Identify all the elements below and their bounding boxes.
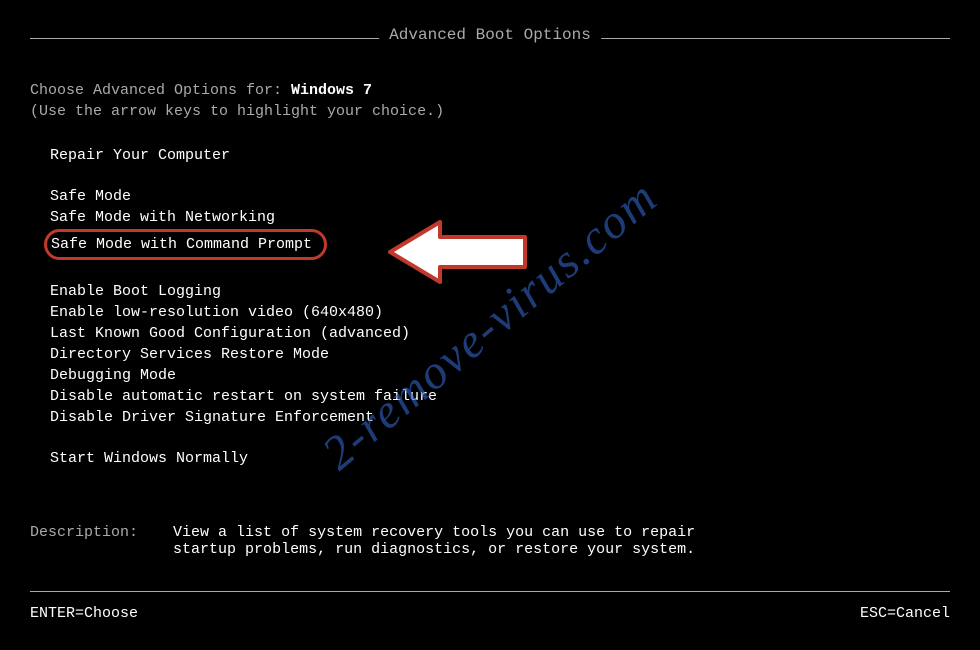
description-text-line1: View a list of system recovery tools you… bbox=[173, 524, 695, 541]
footer-enter-hint: ENTER=Choose bbox=[30, 605, 138, 622]
menu-item-boot-logging[interactable]: Enable Boot Logging bbox=[50, 281, 437, 302]
boot-options-menu: Repair Your Computer Safe Mode Safe Mode… bbox=[50, 145, 437, 489]
description-text-line2: startup problems, run diagnostics, or re… bbox=[173, 541, 695, 558]
menu-item-disable-auto-restart[interactable]: Disable automatic restart on system fail… bbox=[50, 386, 437, 407]
menu-item-directory-services[interactable]: Directory Services Restore Mode bbox=[50, 344, 437, 365]
menu-item-last-known-good[interactable]: Last Known Good Configuration (advanced) bbox=[50, 323, 437, 344]
menu-item-safe-mode-command-prompt[interactable]: Safe Mode with Command Prompt bbox=[44, 229, 327, 260]
menu-item-repair-computer[interactable]: Repair Your Computer bbox=[50, 145, 437, 166]
menu-item-low-res-video[interactable]: Enable low-resolution video (640x480) bbox=[50, 302, 437, 323]
description-label: Description: bbox=[30, 524, 138, 541]
header-os-name: Windows 7 bbox=[291, 82, 372, 99]
page-title: Advanced Boot Options bbox=[379, 26, 601, 44]
menu-item-start-normally[interactable]: Start Windows Normally bbox=[50, 448, 437, 469]
header-prefix: Choose Advanced Options for: bbox=[30, 82, 291, 99]
menu-item-debugging-mode[interactable]: Debugging Mode bbox=[50, 365, 437, 386]
footer-esc-hint: ESC=Cancel bbox=[860, 605, 950, 622]
header-instruction: (Use the arrow keys to highlight your ch… bbox=[30, 101, 444, 122]
menu-item-disable-driver-sig[interactable]: Disable Driver Signature Enforcement bbox=[50, 407, 437, 428]
menu-item-safe-mode[interactable]: Safe Mode bbox=[50, 186, 437, 207]
menu-item-safe-mode-networking[interactable]: Safe Mode with Networking bbox=[50, 207, 437, 228]
